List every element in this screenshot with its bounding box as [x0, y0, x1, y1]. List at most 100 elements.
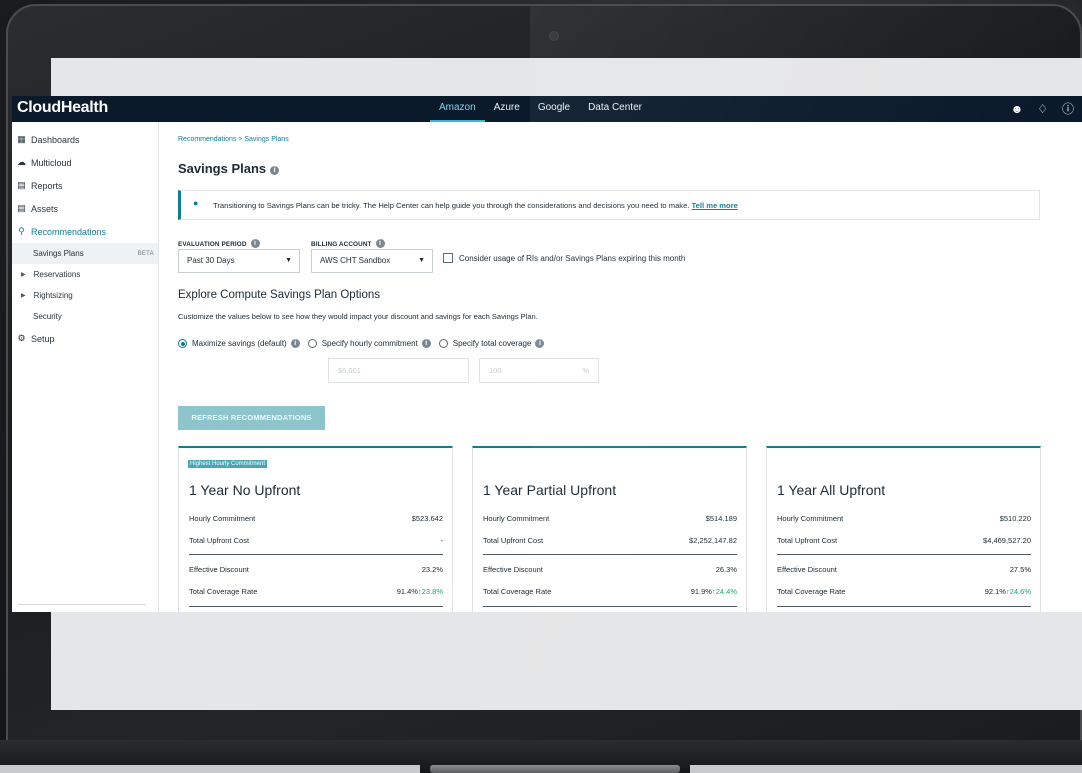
sidebar-item-setup[interactable]: ⚙ Setup: [12, 327, 158, 350]
radio-option-coverage[interactable]: Specify total coverage i: [438, 339, 545, 348]
upfront-cost-row: Total Upfront Cost $2,252,147.82: [483, 536, 737, 545]
caret-right-icon[interactable]: ▶: [21, 292, 26, 299]
row-value: 91.9%↑24.4%: [691, 587, 737, 596]
coverage-value: 92.1%: [984, 587, 1006, 596]
hourly-commitment-radio[interactable]: [307, 339, 317, 348]
card-divider: [189, 554, 443, 555]
percent-unit: %: [582, 366, 589, 375]
row-label: Total Upfront Cost: [777, 536, 838, 545]
sidebar-subitem-rightsizing[interactable]: ▶ Rightsizing: [12, 285, 158, 306]
tab-data-center[interactable]: Data Center: [579, 96, 651, 122]
effective-discount-row: Effective Discount 26.3%: [483, 565, 737, 574]
tab-azure[interactable]: Azure: [485, 96, 529, 122]
main-content: Recommendations > Savings Plans Savings …: [178, 122, 1078, 612]
tab-google[interactable]: Google: [529, 96, 579, 122]
laptop-base-left: [0, 765, 420, 773]
bell-icon[interactable]: ♢: [1037, 96, 1048, 122]
top-nav: CloudHealth Amazon Azure Google Data Cen…: [12, 96, 1082, 122]
sidebar-item-recommendations[interactable]: ⚲ Recommendations: [12, 220, 158, 243]
card-divider: [483, 606, 737, 607]
billing-account-select[interactable]: AWS CHT Sandbox ▼: [311, 249, 433, 273]
billing-account-label: BILLING ACCOUNT i: [311, 239, 385, 248]
coverage-delta: 24.6%: [1009, 587, 1031, 596]
savings-plan-card[interactable]: 1 Year All Upfront Hourly Commitment $51…: [766, 446, 1041, 612]
info-icon[interactable]: i: [250, 239, 260, 248]
card-divider: [189, 606, 443, 607]
sidebar-subitem-security[interactable]: Security: [12, 306, 158, 327]
explore-heading: Explore Compute Savings Plan Options: [178, 289, 380, 301]
app-logo[interactable]: CloudHealth: [17, 99, 108, 117]
sidebar-divider: [18, 604, 146, 605]
hourly-commitment-input[interactable]: $6.001: [328, 358, 469, 383]
dashboard-icon: ▦: [17, 134, 26, 144]
sidebar-item-assets[interactable]: ▤ Assets: [12, 197, 158, 220]
laptop-hinge: [430, 765, 680, 773]
row-label: Effective Discount: [483, 565, 543, 574]
row-label: Total Coverage Rate: [777, 587, 846, 596]
sidebar-item-label: Reports: [31, 180, 63, 191]
consider-expiring-checkbox[interactable]: [443, 253, 453, 263]
sidebar-item-reports[interactable]: ▤ Reports: [12, 174, 158, 197]
tell-me-more-link[interactable]: Tell me more: [692, 201, 738, 210]
card-divider: [483, 554, 737, 555]
info-icon[interactable]: i: [421, 339, 431, 348]
row-label: Effective Discount: [189, 565, 249, 574]
sidebar-subitem-savings-plans[interactable]: Savings Plans BETA: [12, 243, 158, 264]
help-banner: ● Transitioning to Savings Plans can be …: [178, 190, 1040, 220]
cloud-icon: ☁: [17, 157, 26, 167]
explore-description: Customize the values below to see how th…: [178, 312, 538, 321]
info-icon[interactable]: i: [270, 166, 280, 175]
row-value: 23.2%: [421, 565, 443, 574]
row-value: $523.642: [411, 514, 443, 523]
hourly-commitment-row: Hourly Commitment $514.189: [483, 514, 737, 523]
radio-option-hourly[interactable]: Specify hourly commitment i: [307, 339, 431, 348]
card-divider: [777, 554, 1031, 555]
consider-expiring-option: Consider usage of RIs and/or Savings Pla…: [443, 253, 685, 263]
banner-text: Transitioning to Savings Plans can be tr…: [213, 201, 738, 210]
row-value: $510.220: [999, 514, 1031, 523]
row-value: $2,252,147.82: [689, 536, 737, 545]
page-title-row: Savings Plans i: [178, 161, 280, 176]
coverage-rate-row: Total Coverage Rate 91.4%↑23.8%: [189, 587, 443, 596]
row-value: 91.4%↑23.8%: [397, 587, 443, 596]
row-value: 92.1%↑24.6%: [985, 587, 1031, 596]
sidebar-item-multicloud[interactable]: ☁ Multicloud: [12, 151, 158, 174]
row-label: Total Coverage Rate: [189, 587, 258, 596]
evaluation-period-select[interactable]: Past 30 Days ▼: [178, 249, 300, 273]
help-icon[interactable]: ⓘ: [1062, 96, 1074, 122]
effective-discount-row: Effective Discount 23.2%: [189, 565, 443, 574]
sidebar-subitem-reservations[interactable]: ▶ Reservations: [12, 264, 158, 285]
row-value: -: [440, 536, 444, 545]
upfront-cost-row: Total Upfront Cost -: [189, 536, 443, 545]
refresh-recommendations-button[interactable]: REFRESH RECOMMENDATIONS: [178, 406, 325, 430]
breadcrumb[interactable]: Recommendations > Savings Plans: [178, 136, 289, 143]
total-coverage-input[interactable]: 100 %: [479, 358, 599, 383]
total-coverage-label: Specify total coverage: [452, 339, 532, 348]
sidebar-item-label: Dashboards: [31, 134, 80, 145]
total-coverage-radio[interactable]: [438, 339, 448, 348]
beta-badge: BETA: [137, 250, 154, 257]
maximize-savings-label: Maximize savings (default): [192, 339, 287, 348]
highest-commitment-tag: Highest Hourly Commitment: [188, 460, 268, 468]
total-coverage-placeholder: 100: [489, 366, 502, 375]
evaluation-period-value: Past 30 Days: [187, 256, 235, 265]
row-label: Total Coverage Rate: [483, 587, 552, 596]
evaluation-period-label: EVALUATION PERIOD i: [178, 239, 260, 248]
savings-plan-card[interactable]: Highest Hourly Commitment 1 Year No Upfr…: [178, 446, 453, 612]
laptop-base-right: [690, 765, 1082, 773]
info-icon[interactable]: i: [535, 339, 545, 348]
maximize-savings-radio[interactable]: [178, 339, 187, 348]
radio-option-maximize[interactable]: Maximize savings (default) i: [178, 339, 300, 348]
tab-amazon[interactable]: Amazon: [430, 96, 485, 122]
sidebar: ▦ Dashboards ☁ Multicloud ▤ Reports ▤ As…: [12, 122, 159, 612]
user-icon[interactable]: ☻: [1011, 96, 1024, 122]
info-icon[interactable]: i: [290, 339, 300, 348]
assets-icon: ▤: [17, 203, 26, 213]
card-title: 1 Year Partial Upfront: [483, 482, 617, 498]
savings-plan-card[interactable]: 1 Year Partial Upfront Hourly Commitment…: [472, 446, 747, 612]
sidebar-subitem-label: Savings Plans: [33, 249, 84, 258]
cloudhealth-app: CloudHealth Amazon Azure Google Data Cen…: [12, 96, 1082, 612]
sidebar-item-dashboards[interactable]: ▦ Dashboards: [12, 128, 158, 151]
info-icon[interactable]: i: [375, 239, 385, 248]
caret-right-icon[interactable]: ▶: [21, 271, 26, 278]
